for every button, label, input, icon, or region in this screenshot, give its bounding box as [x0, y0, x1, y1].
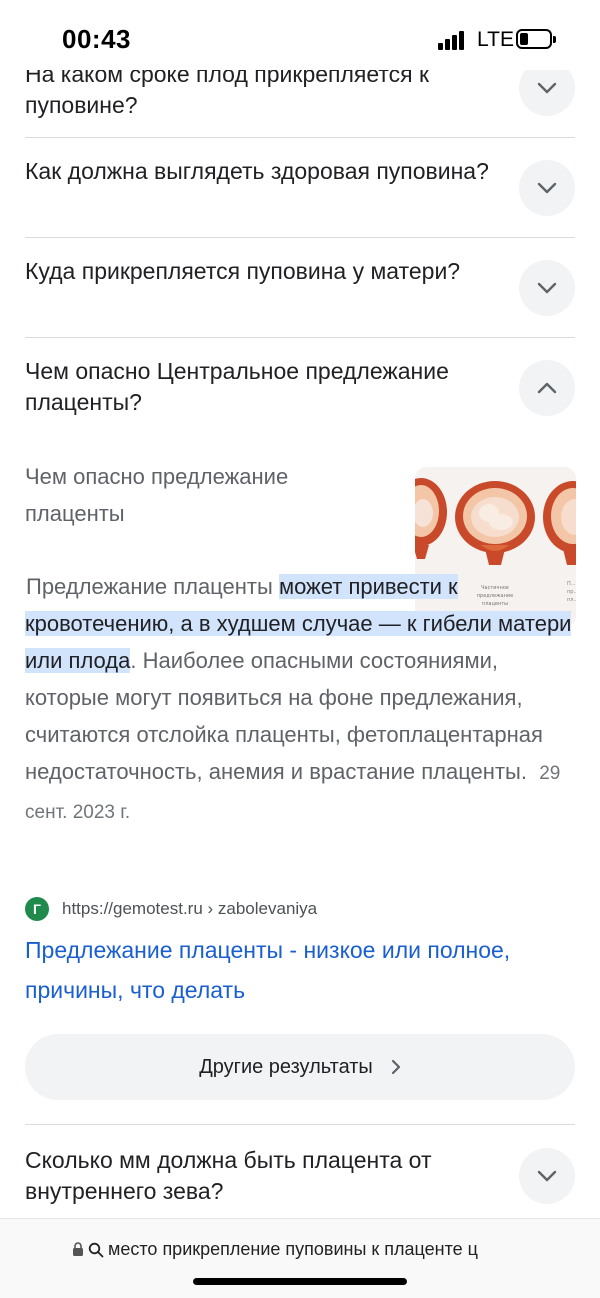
faq-item[interactable]: Как должна выглядеть здоровая пуповина? — [25, 138, 575, 238]
answer-heading: Чем опасно предлежание плаценты — [25, 464, 289, 526]
status-bar: 00:43 LTE — [0, 0, 600, 70]
site-favicon-icon: Г — [25, 897, 49, 921]
faq-item-expanded[interactable]: Чем опасно Центральное предлежание плаце… — [25, 338, 575, 428]
faq-question: Чем опасно Центральное предлежание плаце… — [25, 358, 449, 415]
more-results-button[interactable]: Другие результаты — [25, 1034, 575, 1100]
chevron-down-icon[interactable] — [519, 1148, 575, 1204]
clock: 00:43 — [62, 24, 131, 54]
faq-item[interactable]: Сколько мм должна быть плацента от внутр… — [25, 1124, 575, 1218]
browser-address-bar[interactable]: место прикрепление пуповины к плаценте ц — [0, 1218, 600, 1298]
result-source[interactable]: Г https://gemotest.ru › zabolevaniya — [25, 897, 575, 923]
divider — [25, 1124, 575, 1125]
battery-icon — [516, 29, 556, 49]
signal-icon — [438, 30, 466, 50]
address-field[interactable]: место прикрепление пуповины к плаценте ц — [72, 1239, 512, 1260]
answer-text-before: Предлежание плаценты — [26, 574, 279, 599]
source-url[interactable]: https://gemotest.ru › zabolevaniya — [62, 899, 317, 919]
address-query: место прикрепление пуповины к плаценте ц — [108, 1239, 478, 1259]
home-indicator[interactable] — [193, 1278, 407, 1285]
answer-snippet: Предлежание плаценты может привести к кр… — [25, 568, 585, 831]
chevron-down-icon[interactable] — [519, 260, 575, 316]
faq-question: Сколько мм должна быть плацента от внутр… — [25, 1147, 432, 1204]
chevron-up-icon[interactable] — [519, 360, 575, 416]
chevron-right-icon — [391, 1059, 400, 1075]
search-icon — [88, 1242, 104, 1257]
faq-item[interactable]: Куда прикрепляется пуповина у матери? — [25, 238, 575, 338]
faq-question: Как должна выглядеть здоровая пуповина? — [25, 158, 489, 184]
lock-icon — [73, 1242, 83, 1256]
network-type: LTE — [477, 28, 514, 51]
more-results-label: Другие результаты — [199, 1055, 373, 1078]
chevron-down-icon[interactable] — [519, 160, 575, 216]
result-title-link[interactable]: Предлежание плаценты - низкое или полное… — [25, 930, 575, 1010]
faq-question: Куда прикрепляется пуповина у матери? — [25, 258, 461, 284]
